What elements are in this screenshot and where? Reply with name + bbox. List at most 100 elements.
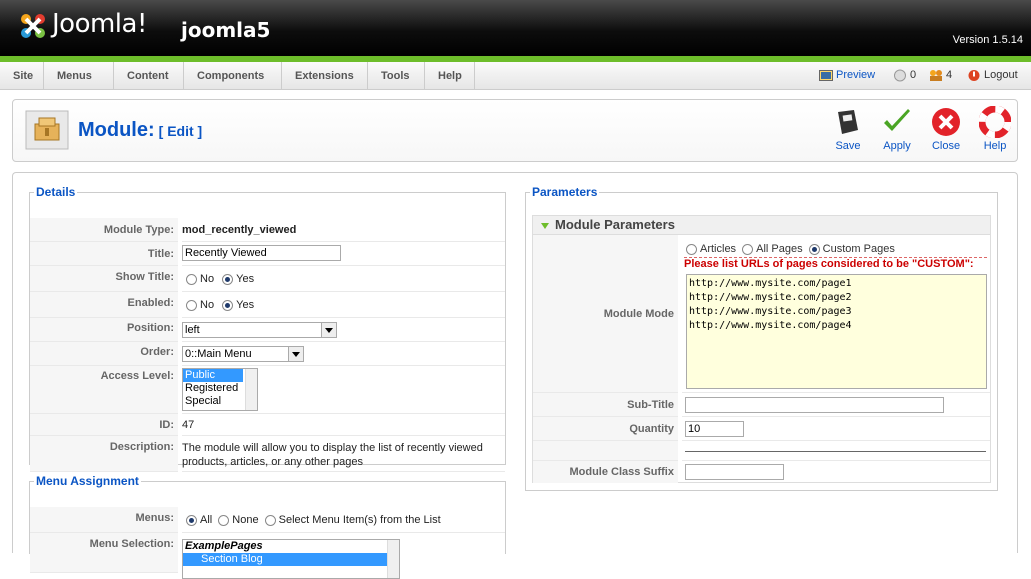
save-button[interactable]: Save xyxy=(826,106,870,152)
preview-link[interactable]: Preview xyxy=(819,62,875,88)
checkmark-icon xyxy=(884,109,910,131)
title-label: Title: xyxy=(30,242,178,266)
menu-help[interactable]: Help xyxy=(425,62,475,90)
menu-selection-label: Menu Selection: xyxy=(30,533,178,573)
apply-button[interactable]: Apply xyxy=(875,106,919,152)
menu-selection-cell: ExamplePages Section Blog xyxy=(182,533,505,579)
messages-count[interactable]: 0 xyxy=(893,62,916,88)
menu-selection-group: ExamplePages xyxy=(185,540,263,552)
row-order: Order: 0::Main Menu xyxy=(30,342,505,366)
menu-components[interactable]: Components xyxy=(184,62,282,90)
menu-assignment-fieldset: Menu Assignment Menus: All None Select M… xyxy=(29,474,506,579)
menu-selection-scrollbar[interactable] xyxy=(387,540,399,578)
order-label: Order: xyxy=(30,342,178,366)
help-label: Help xyxy=(983,140,1007,152)
page-subtitle: [ Edit ] xyxy=(158,123,203,139)
custom-urls-textarea[interactable]: http://www.mysite.com/page1 http://www.m… xyxy=(686,274,987,389)
menu-menus[interactable]: Menus xyxy=(44,62,114,90)
enabled-no-radio[interactable] xyxy=(186,299,197,311)
header-bar: Joomla! joomla5 Version 1.5.14 xyxy=(0,0,1031,56)
help-button[interactable]: Help xyxy=(973,106,1017,152)
position-label: Position: xyxy=(30,318,178,342)
show-title-label: Show Title: xyxy=(30,266,178,292)
row-menus: Menus: All None Select Menu Item(s) from… xyxy=(30,507,505,533)
chevron-down-icon[interactable] xyxy=(321,323,336,337)
logout-link[interactable]: Logout xyxy=(967,62,1018,88)
menus-label: Menus: xyxy=(30,507,178,533)
show-title-no-radio[interactable] xyxy=(186,273,197,285)
custom-url-line: http://www.mysite.com/page4 xyxy=(689,320,852,331)
menus-none-radio[interactable] xyxy=(218,514,230,526)
menu-site[interactable]: Site xyxy=(0,62,44,90)
enabled-yes-radio[interactable] xyxy=(222,299,234,311)
menu-extensions[interactable]: Extensions xyxy=(282,62,368,90)
description-line-2: products, articles, or any other pages xyxy=(182,456,363,468)
custom-url-line: http://www.mysite.com/page1 xyxy=(689,278,852,289)
module-mode-options: Articles All Pages Custom Pages xyxy=(686,243,895,255)
menu-selection-item[interactable]: Section Blog xyxy=(183,553,387,566)
access-level-listbox[interactable]: Public Registered Special xyxy=(182,368,258,411)
order-cell: 0::Main Menu xyxy=(182,342,505,366)
module-mode-label: Module Mode xyxy=(533,235,678,393)
show-title-yes-radio[interactable] xyxy=(222,273,234,285)
access-level-cell: Public Registered Special xyxy=(182,366,505,414)
enabled-no-label: No xyxy=(200,299,215,311)
lifebuoy-help-icon xyxy=(979,106,1011,138)
page-title: Module:[ Edit ] xyxy=(78,119,202,142)
users-count[interactable]: 4 xyxy=(929,62,952,88)
access-option-public[interactable]: Public xyxy=(183,369,243,382)
logout-icon xyxy=(968,69,980,81)
details-legend: Details xyxy=(36,185,76,199)
module-icon xyxy=(25,110,69,150)
row-quantity: Quantity 10 xyxy=(533,417,990,441)
mode-custom-pages-radio[interactable] xyxy=(808,243,820,255)
class-suffix-input[interactable] xyxy=(685,464,784,480)
access-level-label: Access Level: xyxy=(30,366,178,414)
chevron-down-icon[interactable] xyxy=(288,347,303,361)
title-input[interactable]: Recently Viewed xyxy=(182,245,341,261)
position-select[interactable]: left xyxy=(182,322,337,338)
menu-tools[interactable]: Tools xyxy=(368,62,425,90)
menu-selection-listbox[interactable]: ExamplePages Section Blog xyxy=(182,539,400,579)
description-line-1: The module will allow you to display the… xyxy=(182,442,483,454)
sub-title-input[interactable] xyxy=(685,397,944,413)
title-cell: Recently Viewed xyxy=(182,242,505,266)
parameters-legend: Parameters xyxy=(532,185,598,199)
module-mode-cell: Articles All Pages Custom Pages Please l… xyxy=(682,235,990,393)
row-menu-selection: Menu Selection: ExamplePages Section Blo… xyxy=(30,533,505,579)
mode-articles-label: Articles xyxy=(700,243,737,255)
menus-select-radio[interactable] xyxy=(264,514,276,526)
separator-cell xyxy=(682,441,990,461)
row-separator xyxy=(533,441,990,461)
module-parameters-toggle[interactable]: Module Parameters xyxy=(532,215,991,235)
position-value: left xyxy=(185,324,200,336)
menus-all-radio[interactable] xyxy=(186,514,197,526)
sub-title-label: Sub-Title xyxy=(533,393,678,417)
status-area: Preview 0 4 Logout xyxy=(811,62,1031,90)
mode-all-pages-radio[interactable] xyxy=(742,243,754,255)
menu-content[interactable]: Content xyxy=(114,62,184,90)
order-value: 0::Main Menu xyxy=(185,348,252,360)
row-description: Description: The module will allow you t… xyxy=(30,436,505,472)
enabled-yes-label: Yes xyxy=(236,299,255,311)
close-button[interactable]: Close xyxy=(924,106,968,152)
parameters-separator xyxy=(685,451,986,452)
menu-assignment-legend: Menu Assignment xyxy=(36,474,139,488)
order-select[interactable]: 0::Main Menu xyxy=(182,346,304,362)
row-module-type: Module Type: mod_recently_viewed xyxy=(30,218,505,242)
row-title: Title: Recently Viewed xyxy=(30,242,505,266)
custom-pages-note: Please list URLs of pages considered to … xyxy=(684,258,974,270)
mode-articles-radio[interactable] xyxy=(686,243,697,255)
messages-value: 0 xyxy=(910,69,917,81)
enabled-label: Enabled: xyxy=(30,292,178,318)
class-suffix-cell xyxy=(682,461,990,483)
site-name: joomla5 xyxy=(181,18,271,42)
menus-select-label: Select Menu Item(s) from the List xyxy=(278,514,441,526)
quantity-input[interactable]: 10 xyxy=(685,421,744,437)
access-scrollbar[interactable] xyxy=(245,369,257,410)
close-icon xyxy=(932,108,960,136)
logout-label: Logout xyxy=(984,69,1018,81)
row-access-level: Access Level: Public Registered Special xyxy=(30,366,505,414)
row-id: ID: 47 xyxy=(30,414,505,436)
users-value: 4 xyxy=(946,69,953,81)
